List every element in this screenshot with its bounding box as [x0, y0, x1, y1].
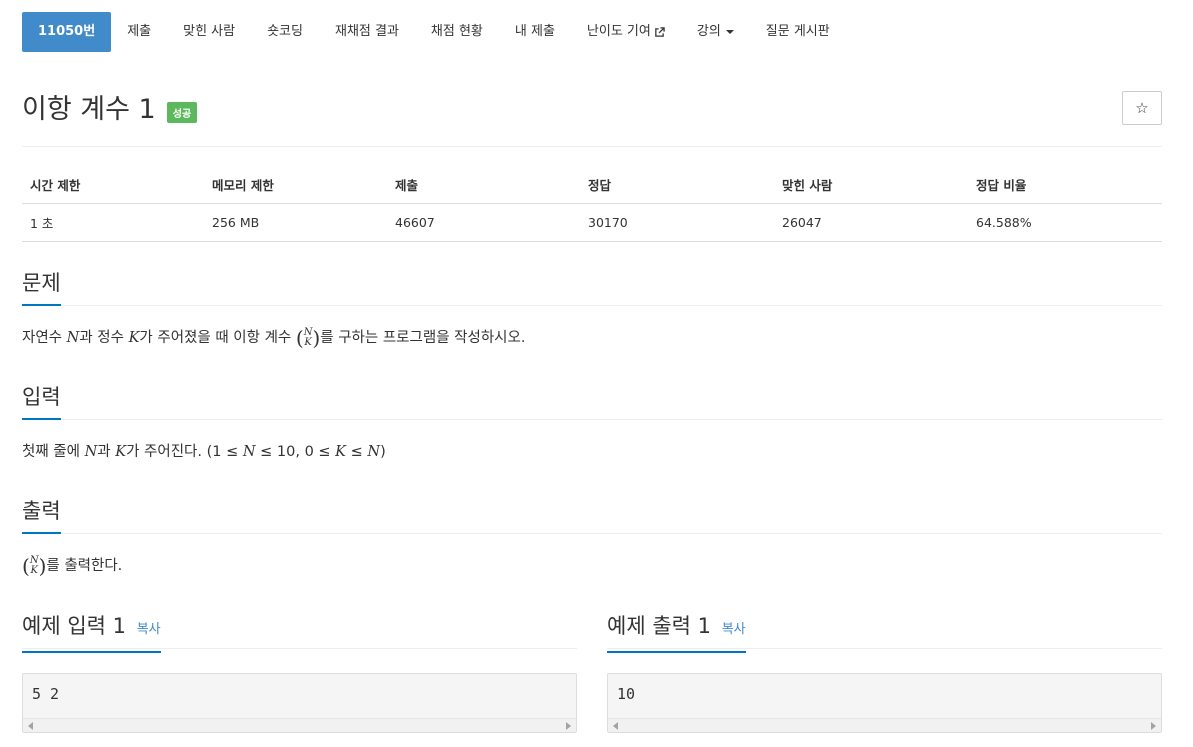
binomial-bottom: K — [304, 337, 312, 348]
status-badge: 성공 — [166, 101, 198, 123]
external-link-icon — [655, 26, 665, 37]
problem-page: 11050번 제출 맞힌 사람 숏코딩 재채점 결과 채점 현황 내 제출 난이… — [0, 0, 1193, 747]
math-var: K — [335, 444, 347, 460]
tab-label: 강의 — [696, 24, 721, 39]
math-var: K — [128, 330, 140, 346]
sample-title-text: 예제 입력 1 — [22, 614, 126, 638]
text: 를 구하는 프로그램을 작성하시오. — [320, 330, 526, 346]
value-accepted: 30170 — [580, 203, 774, 242]
tab-lectures-dropdown[interactable]: 강의 — [681, 12, 750, 52]
section-header: 예제 출력 1 복사 — [607, 612, 1162, 653]
sample-output-content: 10 — [617, 685, 636, 703]
value-solved-users: 26047 — [774, 203, 968, 242]
copy-sample-output-link[interactable]: 복사 — [722, 622, 746, 637]
value-submissions: 46607 — [387, 203, 580, 242]
header-memory-limit: 메모리 제한 — [204, 166, 387, 204]
scroll-left-icon[interactable] — [613, 722, 618, 730]
section-header: 출력 — [22, 498, 1162, 534]
copy-sample-input-link[interactable]: 복사 — [137, 622, 161, 637]
binomial-bottom: K — [30, 565, 38, 576]
tab-short-coding[interactable]: 숏코딩 — [251, 12, 319, 52]
math-var: N — [66, 330, 80, 346]
sample-input-section: 예제 입력 1 복사 5 2 — [22, 612, 577, 733]
sample-title-text: 예제 출력 1 — [607, 614, 711, 638]
section-header: 문제 — [22, 270, 1162, 306]
input-description: 첫째 줄에 N과 K가 주어진다. (1 ≤ N ≤ 10, 0 ≤ K ≤ N… — [22, 442, 1162, 462]
tab-solved-users[interactable]: 맞힌 사람 — [167, 12, 251, 52]
problem-info-table: 시간 제한 메모리 제한 제출 정답 맞힌 사람 정답 비율 1 초 256 M… — [22, 166, 1162, 242]
text: 자연수 — [22, 330, 67, 346]
problem-description: 자연수 N과 정수 K가 주어졌을 때 이항 계수 (N K) 를 구하는 프로그램… — [22, 326, 1162, 350]
tab-rejudge-results[interactable]: 재채점 결과 — [319, 12, 415, 52]
text: 과 — [97, 444, 116, 460]
section-title: 예제 출력 1 복사 — [607, 612, 746, 653]
star-outline-icon: ☆ — [1135, 99, 1149, 117]
tab-judge-status[interactable]: 채점 현황 — [415, 12, 499, 52]
caret-down-icon — [725, 30, 734, 34]
header-solved-users: 맞힌 사람 — [774, 166, 968, 204]
section-header: 예제 입력 1 복사 — [22, 612, 577, 653]
divider — [22, 146, 1162, 147]
tab-label: 11050번 — [38, 24, 96, 39]
text: 과 정수 — [79, 330, 129, 346]
section-header: 입력 — [22, 384, 1162, 420]
section-title: 예제 입력 1 복사 — [22, 612, 161, 653]
horizontal-scrollbar[interactable] — [23, 718, 576, 732]
table-row: 1 초 256 MB 46607 30170 26047 64.588% — [22, 203, 1162, 242]
text: 가 주어진다. (1 ≤ — [126, 444, 243, 460]
tab-label: 재채점 결과 — [334, 24, 399, 39]
text: ≤ 10, 0 ≤ — [255, 444, 336, 460]
binomial-coefficient: (N K) — [22, 554, 47, 578]
output-section: 출력 (N K) 를 출력한다. — [22, 498, 1162, 576]
tab-my-submissions[interactable]: 내 제출 — [499, 12, 571, 52]
tab-difficulty-contribution[interactable]: 난이도 기여 — [571, 12, 681, 52]
tab-label: 난이도 기여 — [586, 24, 651, 39]
tab-submit[interactable]: 제출 — [111, 12, 167, 52]
scroll-right-icon[interactable] — [1151, 722, 1156, 730]
text: ) — [380, 444, 386, 460]
math-var: N — [367, 444, 381, 460]
input-section: 입력 첫째 줄에 N과 K가 주어진다. (1 ≤ N ≤ 10, 0 ≤ K … — [22, 384, 1162, 462]
header-accepted: 정답 — [580, 166, 774, 204]
section-title: 출력 — [22, 498, 61, 534]
math-var: K — [115, 444, 127, 460]
tab-label: 맞힌 사람 — [183, 24, 236, 39]
sample-input-box[interactable]: 5 2 — [22, 673, 577, 733]
output-description: (N K) 를 출력한다. — [22, 554, 1162, 578]
horizontal-scrollbar[interactable] — [608, 718, 1161, 732]
tab-label: 숏코딩 — [267, 24, 303, 39]
math-var: N — [242, 444, 256, 460]
value-memory-limit: 256 MB — [204, 203, 387, 242]
problem-description-section: 문제 자연수 N과 정수 K가 주어졌을 때 이항 계수 (N K) 를 구하는 프… — [22, 270, 1162, 348]
binomial-coefficient: (N K) — [295, 326, 321, 350]
text: 첫째 줄에 — [22, 444, 85, 460]
header-time-limit: 시간 제한 — [22, 166, 204, 204]
tab-label: 내 제출 — [514, 24, 555, 39]
sample-output-section: 예제 출력 1 복사 10 — [607, 612, 1162, 733]
tab-label: 채점 현황 — [430, 24, 483, 39]
table-header-row: 시간 제한 메모리 제한 제출 정답 맞힌 사람 정답 비율 — [22, 166, 1162, 204]
value-accept-ratio: 64.588% — [968, 203, 1162, 242]
title-row: 이항 계수 1 성공 ☆ — [22, 88, 1162, 132]
scroll-right-icon[interactable] — [566, 722, 571, 730]
section-title: 입력 — [22, 384, 61, 420]
tab-label: 제출 — [127, 24, 152, 39]
header-submissions: 제출 — [387, 166, 580, 204]
sample-output-box[interactable]: 10 — [607, 673, 1162, 733]
value-time-limit: 1 초 — [22, 203, 204, 242]
problem-nav: 11050번 제출 맞힌 사람 숏코딩 재채점 결과 채점 현황 내 제출 난이… — [22, 12, 846, 52]
text: 가 주어졌을 때 이항 계수 — [139, 330, 296, 346]
text: 를 출력한다. — [46, 558, 123, 574]
tab-problem-number[interactable]: 11050번 — [22, 12, 112, 52]
tab-label: 질문 게시판 — [765, 24, 830, 39]
sample-input-content: 5 2 — [32, 685, 60, 703]
text: ≤ — [346, 444, 368, 460]
favorite-button[interactable]: ☆ — [1122, 91, 1162, 125]
scroll-left-icon[interactable] — [28, 722, 33, 730]
header-accept-ratio: 정답 비율 — [968, 166, 1162, 204]
page-title: 이항 계수 1 — [22, 94, 156, 125]
tab-question-board[interactable]: 질문 게시판 — [750, 12, 846, 52]
math-var: N — [84, 444, 98, 460]
section-title: 문제 — [22, 270, 61, 306]
